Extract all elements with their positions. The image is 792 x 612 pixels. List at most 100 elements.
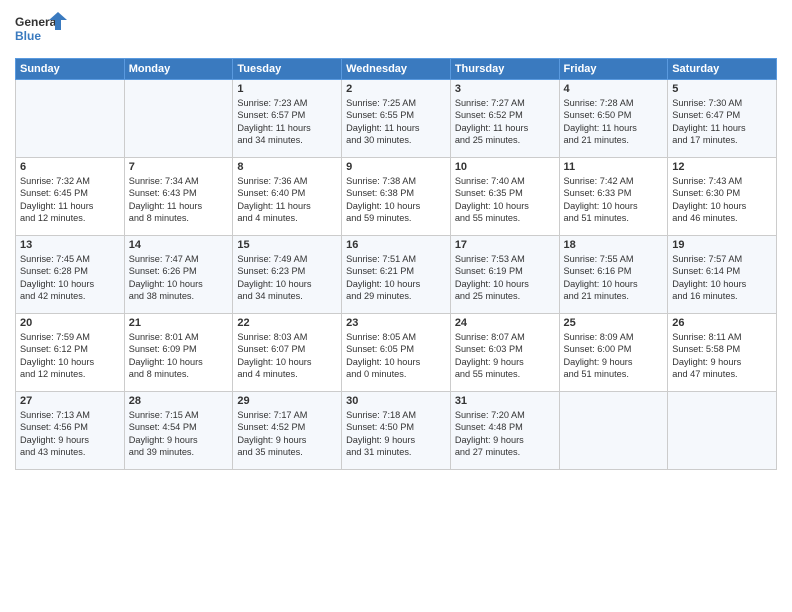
weekday-header-friday: Friday [559,59,668,80]
calendar-cell: 13 Sunrise: 7:45 AM Sunset: 6:28 PM Dayli… [16,236,125,314]
day-content: Sunrise: 7:23 AM Sunset: 6:57 PM Dayligh… [237,97,337,147]
calendar-table: SundayMondayTuesdayWednesdayThursdayFrid… [15,58,777,470]
weekday-header-sunday: Sunday [16,59,125,80]
calendar-cell: 9 Sunrise: 7:38 AM Sunset: 6:38 PM Daylig… [342,158,451,236]
calendar-cell: 31Sunrise: 7:20 AM Sunset: 4:48 PM Dayli… [450,392,559,470]
weekday-header-saturday: Saturday [668,59,777,80]
calendar-week-row: 13 Sunrise: 7:45 AM Sunset: 6:28 PM Dayli… [16,236,777,314]
day-number: 13 [20,239,120,251]
day-content: Sunrise: 7:17 AM Sunset: 4:52 PM Dayligh… [237,409,337,459]
day-number: 26 [672,317,772,329]
calendar-cell: 27 Sunrise: 7:13 AM Sunset: 4:56 PM Dayli… [16,392,125,470]
day-number: 22 [237,317,337,329]
day-content: Sunrise: 7:47 AM Sunset: 6:26 PM Dayligh… [129,253,229,303]
day-content: Sunrise: 8:01 AM Sunset: 6:09 PM Dayligh… [129,331,229,381]
day-content: Sunrise: 7:34 AM Sunset: 6:43 PM Dayligh… [129,175,229,225]
calendar-week-row: 1 Sunrise: 7:23 AM Sunset: 6:57 PM Daylig… [16,80,777,158]
calendar-cell: 30 Sunrise: 7:18 AM Sunset: 4:50 PM Dayli… [342,392,451,470]
calendar-cell: 19 Sunrise: 7:57 AM Sunset: 6:14 PM Dayli… [668,236,777,314]
day-content: Sunrise: 8:09 AM Sunset: 6:00 PM Dayligh… [564,331,664,381]
day-number: 31 [455,395,555,407]
day-content: Sunrise: 7:53 AM Sunset: 6:19 PM Dayligh… [455,253,555,303]
day-content: Sunrise: 8:11 AM Sunset: 5:58 PM Dayligh… [672,331,772,381]
day-content: Sunrise: 7:55 AM Sunset: 6:16 PM Dayligh… [564,253,664,303]
day-content: Sunrise: 7:28 AM Sunset: 6:50 PM Dayligh… [564,97,664,147]
calendar-week-row: 27 Sunrise: 7:13 AM Sunset: 4:56 PM Dayli… [16,392,777,470]
day-content: Sunrise: 8:07 AM Sunset: 6:03 PM Dayligh… [455,331,555,381]
calendar-container: General Blue SundayMondayTuesdayWednesda… [0,0,792,612]
calendar-cell: 16Sunrise: 7:51 AM Sunset: 6:21 PM Dayli… [342,236,451,314]
calendar-cell: 28 Sunrise: 7:15 AM Sunset: 4:54 PM Dayli… [124,392,233,470]
day-content: Sunrise: 7:32 AM Sunset: 6:45 PM Dayligh… [20,175,120,225]
calendar-cell: 3 Sunrise: 7:27 AM Sunset: 6:52 PM Daylig… [450,80,559,158]
day-number: 1 [237,83,337,95]
day-number: 20 [20,317,120,329]
day-number: 30 [346,395,446,407]
day-number: 23 [346,317,446,329]
header: General Blue [15,10,777,50]
day-content: Sunrise: 8:05 AM Sunset: 6:05 PM Dayligh… [346,331,446,381]
day-content: Sunrise: 7:59 AM Sunset: 6:12 PM Dayligh… [20,331,120,381]
logo-svg: General Blue [15,10,70,50]
weekday-header-tuesday: Tuesday [233,59,342,80]
calendar-cell: 8 Sunrise: 7:36 AM Sunset: 6:40 PM Daylig… [233,158,342,236]
day-number: 2 [346,83,446,95]
day-number: 19 [672,239,772,251]
day-number: 28 [129,395,229,407]
day-content: Sunrise: 7:57 AM Sunset: 6:14 PM Dayligh… [672,253,772,303]
day-number: 24 [455,317,555,329]
day-number: 10 [455,161,555,173]
day-content: Sunrise: 7:40 AM Sunset: 6:35 PM Dayligh… [455,175,555,225]
calendar-cell: 1 Sunrise: 7:23 AM Sunset: 6:57 PM Daylig… [233,80,342,158]
day-number: 11 [564,161,664,173]
calendar-cell: 2 Sunrise: 7:25 AM Sunset: 6:55 PM Daylig… [342,80,451,158]
day-number: 7 [129,161,229,173]
day-content: Sunrise: 7:36 AM Sunset: 6:40 PM Dayligh… [237,175,337,225]
calendar-cell: 10 Sunrise: 7:40 AM Sunset: 6:35 PM Dayli… [450,158,559,236]
day-number: 3 [455,83,555,95]
day-number: 21 [129,317,229,329]
calendar-cell: 20 Sunrise: 7:59 AM Sunset: 6:12 PM Dayli… [16,314,125,392]
day-content: Sunrise: 7:45 AM Sunset: 6:28 PM Dayligh… [20,253,120,303]
day-number: 17 [455,239,555,251]
day-number: 8 [237,161,337,173]
day-content: Sunrise: 7:25 AM Sunset: 6:55 PM Dayligh… [346,97,446,147]
day-number: 9 [346,161,446,173]
logo: General Blue [15,10,70,50]
calendar-cell: 11Sunrise: 7:42 AM Sunset: 6:33 PM Dayli… [559,158,668,236]
calendar-cell: 18Sunrise: 7:55 AM Sunset: 6:16 PM Dayli… [559,236,668,314]
calendar-cell: 24 Sunrise: 8:07 AM Sunset: 6:03 PM Dayli… [450,314,559,392]
day-number: 15 [237,239,337,251]
day-content: Sunrise: 7:30 AM Sunset: 6:47 PM Dayligh… [672,97,772,147]
calendar-cell: 7 Sunrise: 7:34 AM Sunset: 6:43 PM Daylig… [124,158,233,236]
calendar-cell: 14 Sunrise: 7:47 AM Sunset: 6:26 PM Dayli… [124,236,233,314]
day-content: Sunrise: 7:49 AM Sunset: 6:23 PM Dayligh… [237,253,337,303]
calendar-week-row: 20 Sunrise: 7:59 AM Sunset: 6:12 PM Dayli… [16,314,777,392]
weekday-header-monday: Monday [124,59,233,80]
weekday-header-wednesday: Wednesday [342,59,451,80]
weekday-header-row: SundayMondayTuesdayWednesdayThursdayFrid… [16,59,777,80]
day-number: 14 [129,239,229,251]
day-content: Sunrise: 7:38 AM Sunset: 6:38 PM Dayligh… [346,175,446,225]
calendar-cell: 23 Sunrise: 8:05 AM Sunset: 6:05 PM Dayli… [342,314,451,392]
calendar-cell [16,80,125,158]
day-number: 6 [20,161,120,173]
day-number: 25 [564,317,664,329]
svg-text:Blue: Blue [15,29,41,43]
day-content: Sunrise: 7:13 AM Sunset: 4:56 PM Dayligh… [20,409,120,459]
day-content: Sunrise: 7:15 AM Sunset: 4:54 PM Dayligh… [129,409,229,459]
day-number: 27 [20,395,120,407]
calendar-cell: 12Sunrise: 7:43 AM Sunset: 6:30 PM Dayli… [668,158,777,236]
day-number: 12 [672,161,772,173]
day-content: Sunrise: 7:51 AM Sunset: 6:21 PM Dayligh… [346,253,446,303]
calendar-week-row: 6 Sunrise: 7:32 AM Sunset: 6:45 PM Daylig… [16,158,777,236]
calendar-cell: 22Sunrise: 8:03 AM Sunset: 6:07 PM Dayli… [233,314,342,392]
calendar-cell: 15 Sunrise: 7:49 AM Sunset: 6:23 PM Dayli… [233,236,342,314]
calendar-cell [559,392,668,470]
day-number: 29 [237,395,337,407]
day-content: Sunrise: 7:18 AM Sunset: 4:50 PM Dayligh… [346,409,446,459]
calendar-cell: 4 Sunrise: 7:28 AM Sunset: 6:50 PM Daylig… [559,80,668,158]
calendar-cell: 6 Sunrise: 7:32 AM Sunset: 6:45 PM Daylig… [16,158,125,236]
day-number: 4 [564,83,664,95]
day-content: Sunrise: 7:27 AM Sunset: 6:52 PM Dayligh… [455,97,555,147]
